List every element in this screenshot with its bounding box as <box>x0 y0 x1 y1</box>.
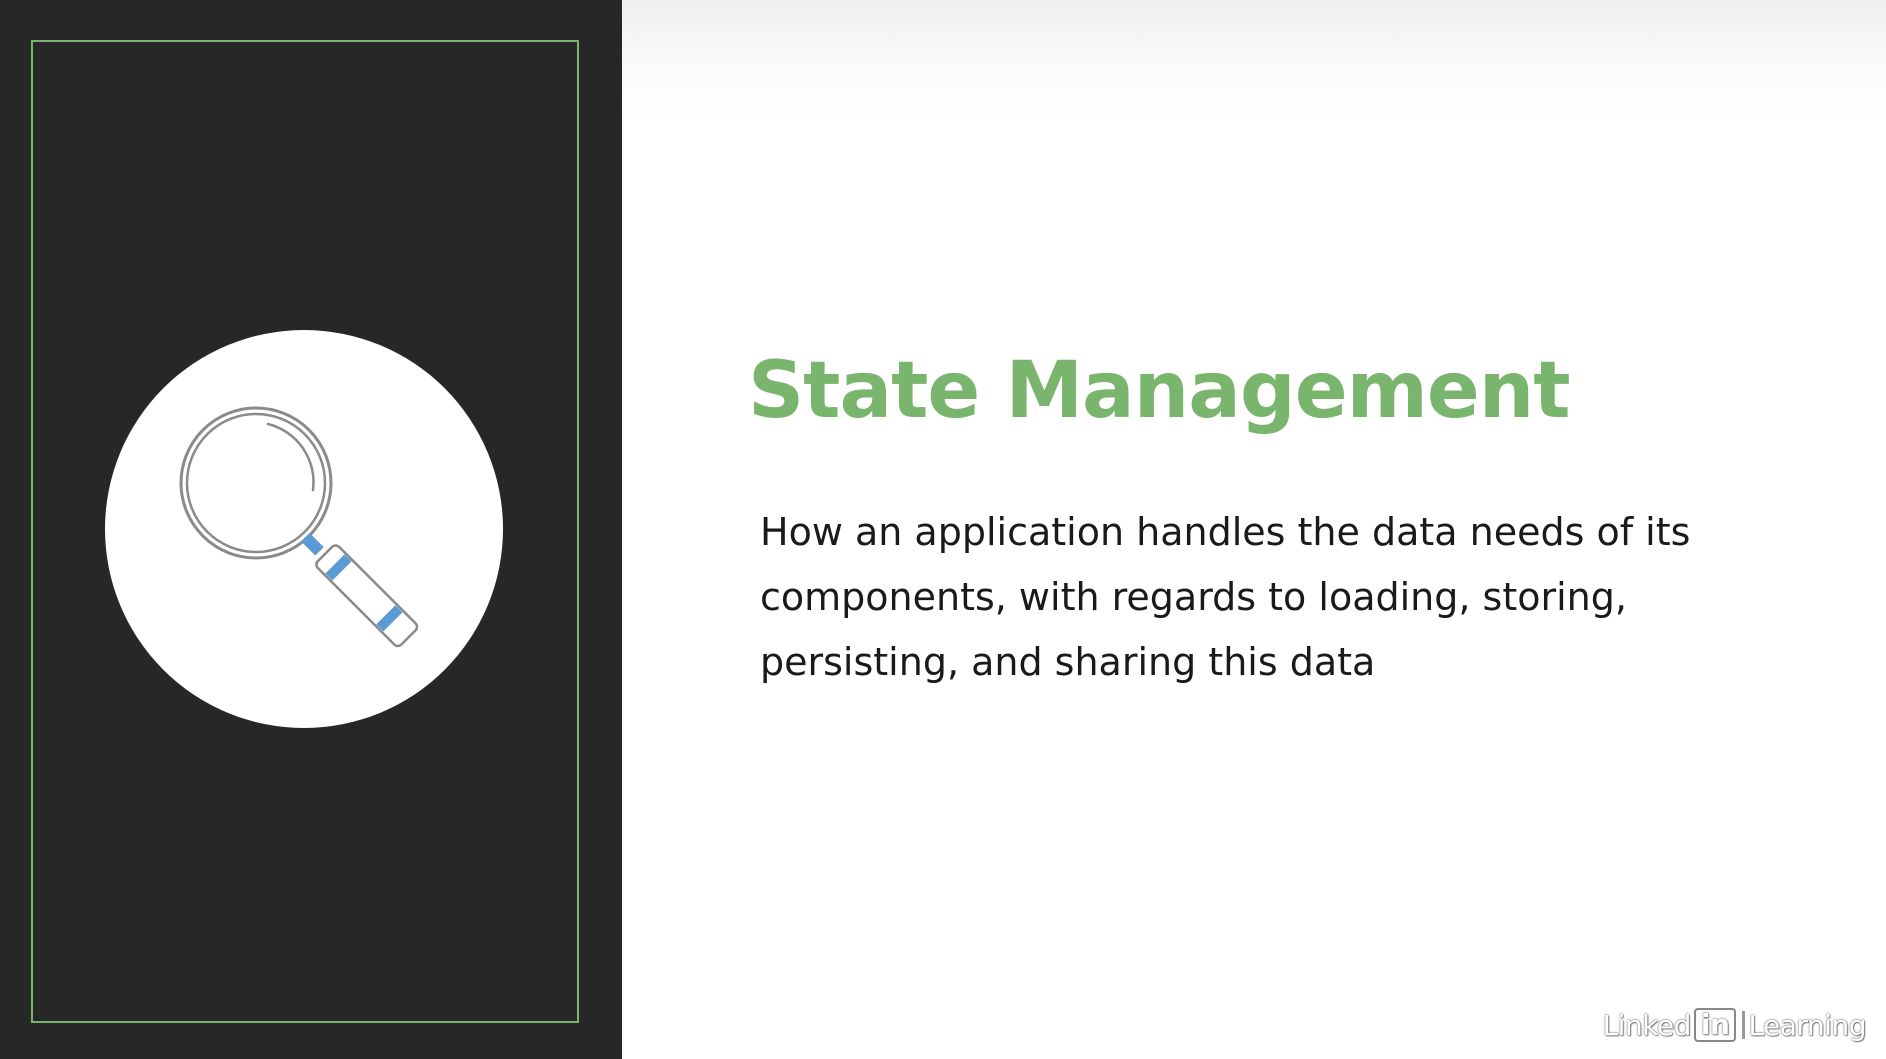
watermark-divider <box>1742 1011 1746 1039</box>
illustration-panel <box>0 0 622 1059</box>
watermark-brand-part3: Learning <box>1748 1008 1866 1042</box>
illustration-circle <box>105 330 503 728</box>
slide-title: State Management <box>748 346 1571 436</box>
watermark-brand-part2: in <box>1693 1008 1737 1042</box>
magnifying-glass-icon <box>179 406 419 648</box>
slide: State Management How an application hand… <box>0 0 1886 1059</box>
watermark-brand-part1: Linked <box>1602 1008 1692 1042</box>
slide-description: How an application handles the data need… <box>760 510 1691 684</box>
content-panel: State Management How an application hand… <box>622 0 1886 1059</box>
linkedin-learning-watermark: Linked in Learning <box>1603 1008 1866 1042</box>
